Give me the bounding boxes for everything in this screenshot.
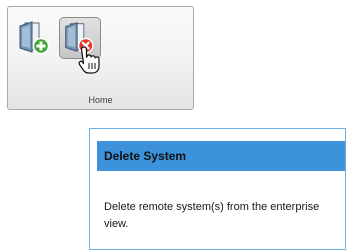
add-system-button[interactable]	[14, 17, 56, 59]
tooltip: Delete System Delete remote system(s) fr…	[89, 128, 346, 250]
tooltip-title: Delete System	[97, 141, 345, 171]
hand-cursor-icon	[77, 45, 101, 75]
tooltip-description: Delete remote system(s) from the enterpr…	[104, 201, 320, 230]
add-system-icon	[19, 21, 50, 55]
ribbon-group-label: Home	[88, 95, 113, 105]
